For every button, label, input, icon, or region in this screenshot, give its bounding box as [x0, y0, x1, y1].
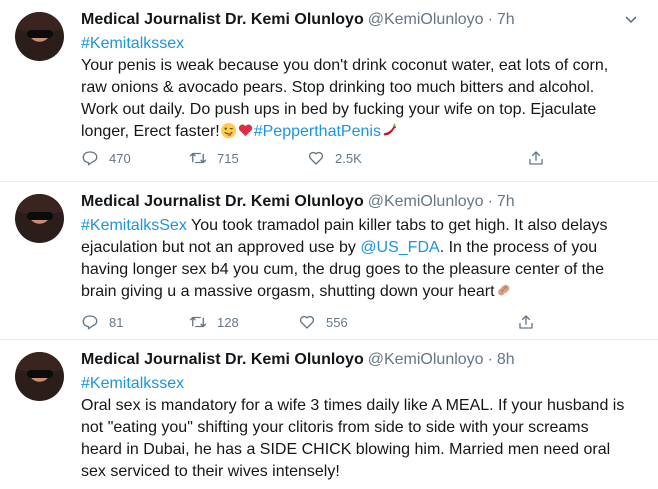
tweet-actions: 81 128 556	[81, 313, 561, 333]
tweet-line: raw onions & avocado pears. Stop drinkin…	[81, 79, 595, 96]
tweet-line-text: . In the process of you	[439, 239, 598, 256]
share-icon	[519, 315, 533, 329]
avatar[interactable]	[15, 352, 64, 401]
hashtag-link[interactable]: #Kemitalkssex	[81, 33, 641, 55]
separator-dot: ·	[487, 11, 493, 28]
like-button[interactable]: 556	[298, 313, 348, 331]
mention-link[interactable]: @US_FDA	[360, 239, 439, 256]
hashtag-link[interactable]: #Kemitalkssex	[81, 373, 641, 395]
tweet-line: #KemitalksSex You took tramadol pain kil…	[81, 215, 641, 237]
tweet-header: Medical Journalist Dr. Kemi Olunloyo @Kem…	[81, 10, 638, 30]
like-count: 2.5K	[335, 150, 362, 166]
tweet-header: Medical Journalist Dr. Kemi Olunloyo @Kem…	[81, 350, 638, 370]
share-button[interactable]	[527, 149, 545, 167]
tweet-header: Medical Journalist Dr. Kemi Olunloyo @Kem…	[81, 192, 638, 212]
hashtag-link[interactable]: #KemitalksSex	[81, 217, 187, 234]
share-icon	[529, 151, 543, 165]
retweet-button[interactable]: 715	[189, 149, 239, 167]
retweet-icon	[189, 152, 207, 164]
author-handle[interactable]: @KemiOlunloyo	[368, 193, 484, 210]
peanut-icon	[497, 284, 509, 296]
tweet-line: not "eating you" shifting your clitoris …	[81, 419, 589, 436]
like-button[interactable]: 2.5K	[307, 149, 362, 167]
author-handle[interactable]: @KemiOlunloyo	[368, 11, 484, 28]
reply-icon	[82, 151, 98, 166]
retweet-button[interactable]: 128	[189, 313, 239, 331]
tweet-line: Oral sex is mandatory for a wife 3 times…	[81, 397, 625, 414]
tweet-line-text: longer, Erect faster!	[81, 123, 220, 140]
like-icon	[308, 151, 324, 165]
winking-tongue-face-icon	[220, 122, 236, 139]
tweet-line: longer, Erect faster! #PepperthatPenis	[81, 121, 641, 143]
reply-count: 81	[109, 314, 124, 330]
chevron-down-icon[interactable]	[624, 12, 638, 26]
hot-pepper-icon	[383, 123, 397, 136]
tweet-text: #KemitalksSex You took tramadol pain kil…	[81, 215, 641, 303]
author-name[interactable]: Medical Journalist Dr. Kemi Olunloyo	[81, 193, 364, 210]
like-icon	[299, 315, 315, 329]
tweet-line: ejaculation but not an approved use by @…	[81, 237, 641, 259]
tweet-actions: 470 715 2.5K	[81, 149, 561, 169]
reply-button[interactable]: 81	[81, 313, 123, 331]
tweet-line: Work out daily. Do push ups in bed by fu…	[81, 101, 597, 118]
tweet-line-text: You took tramadol pain killer tabs to ge…	[186, 217, 608, 234]
tweet-line: heard in Dubai, he has a SIDE CHICK blow…	[81, 441, 611, 458]
retweet-icon	[189, 316, 207, 328]
reply-icon	[82, 315, 98, 330]
timestamp[interactable]: 7h	[497, 193, 515, 210]
reply-button[interactable]: 470	[81, 149, 131, 167]
author-name[interactable]: Medical Journalist Dr. Kemi Olunloyo	[81, 351, 364, 368]
tweet-text: #Kemitalkssex Oral sex is mandatory for …	[81, 373, 641, 483]
timestamp[interactable]: 8h	[497, 351, 515, 368]
retweet-count: 715	[217, 150, 239, 166]
tweet-text: #Kemitalkssex Your penis is weak because…	[81, 33, 641, 143]
tweet-line-text: brain giving u a massive orgasm, shuttin…	[81, 283, 495, 300]
tweet[interactable]: Medical Journalist Dr. Kemi Olunloyo @Kem…	[0, 0, 658, 182]
red-heart-icon	[238, 124, 252, 137]
retweet-count: 128	[217, 314, 239, 330]
tweet[interactable]: Medical Journalist Dr. Kemi Olunloyo @Kem…	[0, 340, 658, 489]
tweet-line: sex serviced to their wives intensely!	[81, 463, 340, 480]
hashtag-link[interactable]: #PepperthatPenis	[254, 123, 381, 140]
author-name[interactable]: Medical Journalist Dr. Kemi Olunloyo	[81, 11, 364, 28]
timestamp[interactable]: 7h	[497, 11, 515, 28]
avatar[interactable]	[15, 194, 64, 243]
reply-count: 470	[109, 150, 131, 166]
share-button[interactable]	[517, 313, 535, 331]
tweet-line-text: ejaculation but not an approved use by	[81, 239, 361, 256]
like-count: 556	[326, 314, 348, 330]
tweet-feed: Medical Journalist Dr. Kemi Olunloyo @Kem…	[0, 0, 658, 489]
separator-dot: ·	[487, 351, 493, 368]
separator-dot: ·	[487, 193, 493, 210]
avatar[interactable]	[15, 12, 64, 61]
tweet[interactable]: Medical Journalist Dr. Kemi Olunloyo @Kem…	[0, 182, 658, 340]
author-handle[interactable]: @KemiOlunloyo	[368, 351, 484, 368]
tweet-line: having longer sex b4 you cum, the drug g…	[81, 261, 604, 278]
tweet-line: brain giving u a massive orgasm, shuttin…	[81, 281, 641, 303]
tweet-line: Your penis is weak because you don't dri…	[81, 57, 609, 74]
